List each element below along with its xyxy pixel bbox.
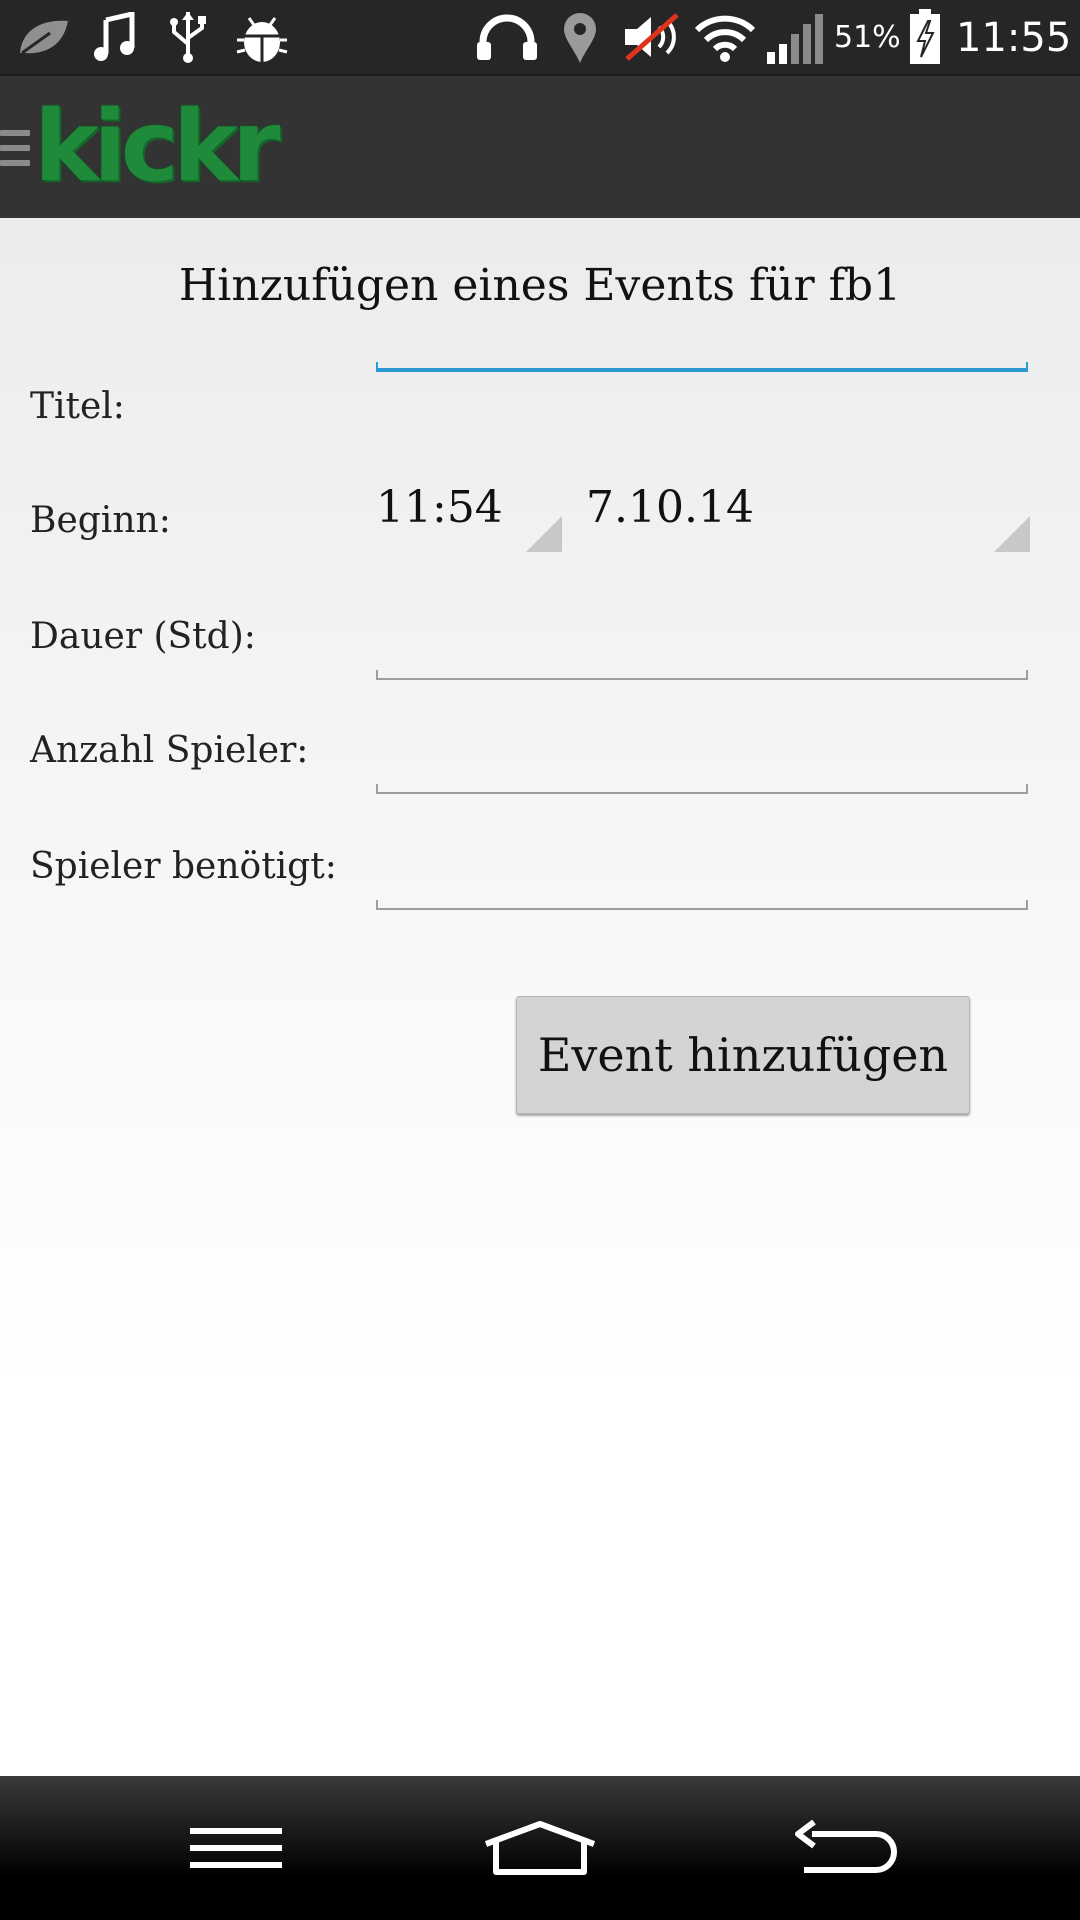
add-event-button[interactable]: Event hinzufügen bbox=[516, 996, 970, 1114]
date-spinner[interactable]: 7.10.14 bbox=[586, 482, 1030, 552]
wifi-icon bbox=[692, 10, 758, 64]
duration-label: Dauer (Std): bbox=[30, 616, 256, 657]
page-title: Hinzufügen eines Events für fb1 bbox=[178, 260, 902, 311]
players-input[interactable] bbox=[376, 734, 1028, 794]
battery-charging-icon bbox=[906, 9, 944, 64]
home-icon bbox=[484, 1821, 596, 1875]
players-label: Anzahl Spieler: bbox=[30, 730, 309, 771]
time-value: 11:54 bbox=[376, 482, 503, 533]
spinner-arrow-icon bbox=[526, 516, 562, 552]
navigation-bar bbox=[0, 1776, 1080, 1920]
drawer-menu-icon[interactable] bbox=[0, 130, 30, 170]
add-event-form: Hinzufügen eines Events für fb1 Titel: B… bbox=[0, 218, 1080, 1776]
back-icon bbox=[795, 1820, 897, 1873]
title-input[interactable] bbox=[376, 312, 1028, 372]
players-needed-label: Spieler benötigt: bbox=[30, 846, 337, 887]
app-logo[interactable]: kickr bbox=[34, 92, 280, 202]
clock: 11:55 bbox=[956, 15, 1072, 61]
usb-icon bbox=[166, 10, 210, 64]
android-debug-icon bbox=[234, 10, 290, 64]
menu-icon bbox=[190, 1828, 282, 1868]
location-icon bbox=[558, 10, 602, 64]
mute-icon bbox=[620, 10, 686, 64]
action-bar: kickr bbox=[0, 74, 1080, 220]
home-button[interactable] bbox=[440, 1776, 640, 1920]
menu-button[interactable] bbox=[136, 1776, 336, 1920]
back-button[interactable] bbox=[744, 1776, 944, 1920]
signal-icon bbox=[764, 10, 826, 64]
title-label: Titel: bbox=[30, 386, 125, 427]
players-needed-input[interactable] bbox=[376, 850, 1028, 910]
music-icon bbox=[90, 10, 140, 64]
headphones-icon bbox=[474, 10, 540, 64]
time-spinner[interactable]: 11:54 bbox=[376, 482, 562, 552]
date-value: 7.10.14 bbox=[586, 482, 754, 533]
leaf-icon bbox=[14, 10, 74, 64]
status-bar: 51% 11:55 bbox=[0, 0, 1080, 74]
start-label: Beginn: bbox=[30, 500, 171, 541]
battery-percent: 51% bbox=[834, 20, 901, 55]
spinner-arrow-icon bbox=[994, 516, 1030, 552]
duration-input[interactable] bbox=[376, 620, 1028, 680]
